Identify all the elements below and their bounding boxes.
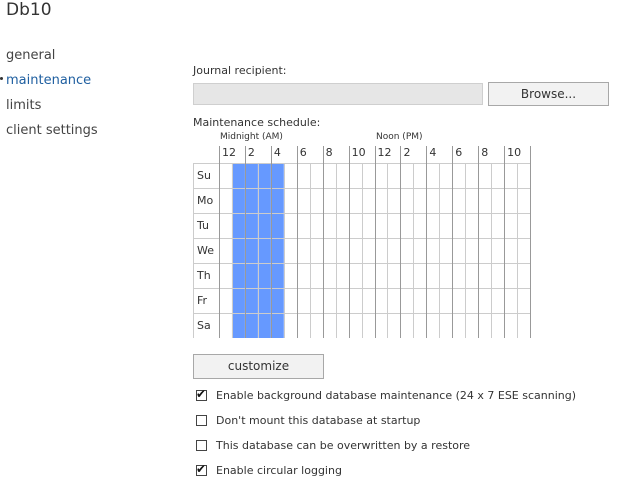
option-label: Don't mount this database at startup xyxy=(216,413,421,427)
day-label: We xyxy=(197,244,214,257)
schedule-cell-selected[interactable] xyxy=(231,288,245,313)
schedule-cell-selected[interactable] xyxy=(244,288,258,313)
midnight-label: Midnight (AM) xyxy=(220,132,283,142)
schedule-cell-selected[interactable] xyxy=(244,263,258,288)
day-label: Su xyxy=(197,169,211,182)
option-label: Enable circular logging xyxy=(216,463,342,477)
nav-item-client-settings[interactable]: client settings xyxy=(0,121,98,146)
option-overwrite-restore[interactable]: This database can be overwritten by a re… xyxy=(196,437,470,453)
option-label: Enable background database maintenance (… xyxy=(216,388,577,402)
schedule-cell-selected[interactable] xyxy=(270,288,284,313)
schedule-grid-svg xyxy=(193,146,531,338)
checkbox[interactable]: ✔ xyxy=(196,386,207,401)
schedule-cell-selected[interactable] xyxy=(231,213,245,238)
schedule-cell-selected[interactable] xyxy=(270,188,284,213)
nav-item-label: limits xyxy=(6,98,42,113)
schedule-cell-selected[interactable] xyxy=(270,313,284,338)
hour-label: 2 xyxy=(247,146,255,159)
schedule-cell-selected[interactable] xyxy=(231,188,245,213)
checkmark-icon: ✔ xyxy=(196,461,207,476)
day-label: Fr xyxy=(197,294,208,307)
option-background-maintenance[interactable]: ✔ Enable background database maintenance… xyxy=(196,387,576,403)
hour-label: 8 xyxy=(325,146,333,159)
schedule-cell-selected[interactable] xyxy=(257,238,271,263)
active-marker-icon xyxy=(0,77,3,80)
option-circular-logging[interactable]: ✔ Enable circular logging xyxy=(196,462,342,478)
hour-label: 6 xyxy=(299,146,307,159)
schedule-cell-selected[interactable] xyxy=(270,213,284,238)
day-label: Tu xyxy=(197,219,210,232)
schedule-cell-selected[interactable] xyxy=(244,213,258,238)
schedule-cell-selected[interactable] xyxy=(231,313,245,338)
checkbox[interactable]: ✔ xyxy=(196,461,207,476)
day-label: Sa xyxy=(197,319,211,332)
checkmark-icon: ✔ xyxy=(196,386,207,401)
hour-label: 10 xyxy=(351,146,366,159)
schedule-cell-selected[interactable] xyxy=(244,313,258,338)
hour-label: 12 xyxy=(377,146,392,159)
schedule-cell-selected[interactable] xyxy=(257,163,271,188)
hour-label: 8 xyxy=(481,146,489,159)
day-label: Th xyxy=(197,269,211,282)
journal-recipient-field[interactable] xyxy=(193,83,483,105)
nav-item-label: maintenance xyxy=(6,73,92,88)
page-title: Db10 xyxy=(6,0,52,20)
nav-item-general[interactable]: general xyxy=(0,46,98,71)
schedule-cell-selected[interactable] xyxy=(270,163,284,188)
nav-item-limits[interactable]: limits xyxy=(0,96,98,121)
day-label: Mo xyxy=(197,194,214,207)
noon-label: Noon (PM) xyxy=(376,132,423,142)
schedule-cell-selected[interactable] xyxy=(257,188,271,213)
checkbox[interactable] xyxy=(196,439,207,451)
schedule-cell-selected[interactable] xyxy=(231,163,245,188)
journal-recipient-label: Journal recipient: xyxy=(193,64,287,77)
schedule-cell-selected[interactable] xyxy=(244,238,258,263)
maintenance-schedule-label: Maintenance schedule: xyxy=(193,116,321,129)
nav-item-label: client settings xyxy=(6,123,98,138)
schedule-cell-selected[interactable] xyxy=(257,263,271,288)
schedule-cell-selected[interactable] xyxy=(244,188,258,213)
option-dont-mount[interactable]: Don't mount this database at startup xyxy=(196,412,420,428)
schedule-cell-selected[interactable] xyxy=(244,163,258,188)
nav-item-maintenance[interactable]: maintenance xyxy=(0,71,98,96)
nav-item-label: general xyxy=(6,48,56,63)
hour-label: 6 xyxy=(455,146,463,159)
schedule-cell-selected[interactable] xyxy=(231,263,245,288)
checkbox[interactable] xyxy=(196,414,207,426)
schedule-cell-selected[interactable] xyxy=(257,313,271,338)
schedule-cell-selected[interactable] xyxy=(257,213,271,238)
customize-button[interactable]: customize xyxy=(193,354,324,379)
hour-label: 12 xyxy=(222,146,236,159)
schedule-cell-selected[interactable] xyxy=(270,238,284,263)
option-label: This database can be overwritten by a re… xyxy=(216,438,471,452)
schedule-cell-selected[interactable] xyxy=(270,263,284,288)
hour-label: 2 xyxy=(403,146,411,159)
maintenance-schedule-grid[interactable]: 12 2 4 6 8 10 12 2 4 6 8 10 Su Mo Tu We Th Fr Sa xyxy=(193,146,532,338)
hour-label: 4 xyxy=(429,146,437,159)
schedule-cell-selected[interactable] xyxy=(231,238,245,263)
hour-label: 10 xyxy=(507,146,522,159)
schedule-cell-selected[interactable] xyxy=(257,288,271,313)
sidebar-nav: general maintenance limits client settin… xyxy=(0,46,98,146)
browse-button[interactable]: Browse... xyxy=(488,82,609,106)
hour-label: 4 xyxy=(273,146,281,159)
